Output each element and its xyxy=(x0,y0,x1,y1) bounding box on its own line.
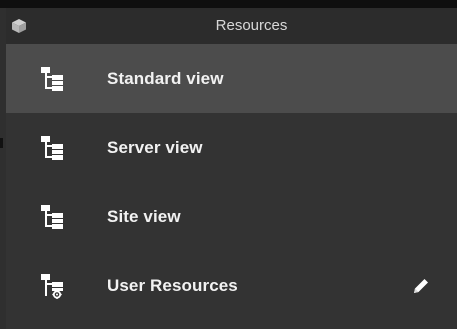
pencil-icon[interactable] xyxy=(411,276,431,296)
tree-view-icon xyxy=(41,135,63,160)
panel-header: Resources xyxy=(6,8,457,44)
resource-item-server-view[interactable]: Server view xyxy=(6,113,457,182)
resource-item-user-resources[interactable]: User Resources xyxy=(6,251,457,320)
tree-view-icon xyxy=(41,204,63,229)
resources-list: Standard view Server view Site view User… xyxy=(6,44,457,320)
resource-item-label: Server view xyxy=(107,137,203,157)
panel-title: Resources xyxy=(215,17,288,34)
resource-item-standard-view[interactable]: Standard view xyxy=(6,44,457,113)
resources-panel: Resources Standard view Server view Site… xyxy=(6,8,457,329)
window-edge-notch xyxy=(0,138,3,148)
window-top-edge xyxy=(0,0,457,8)
resource-item-label: User Resources xyxy=(107,275,238,295)
resource-item-label: Standard view xyxy=(107,68,224,88)
resource-item-label: Site view xyxy=(107,206,181,226)
resource-item-site-view[interactable]: Site view xyxy=(6,182,457,251)
tree-view-gear-icon xyxy=(41,273,63,299)
tree-view-icon xyxy=(41,66,63,91)
